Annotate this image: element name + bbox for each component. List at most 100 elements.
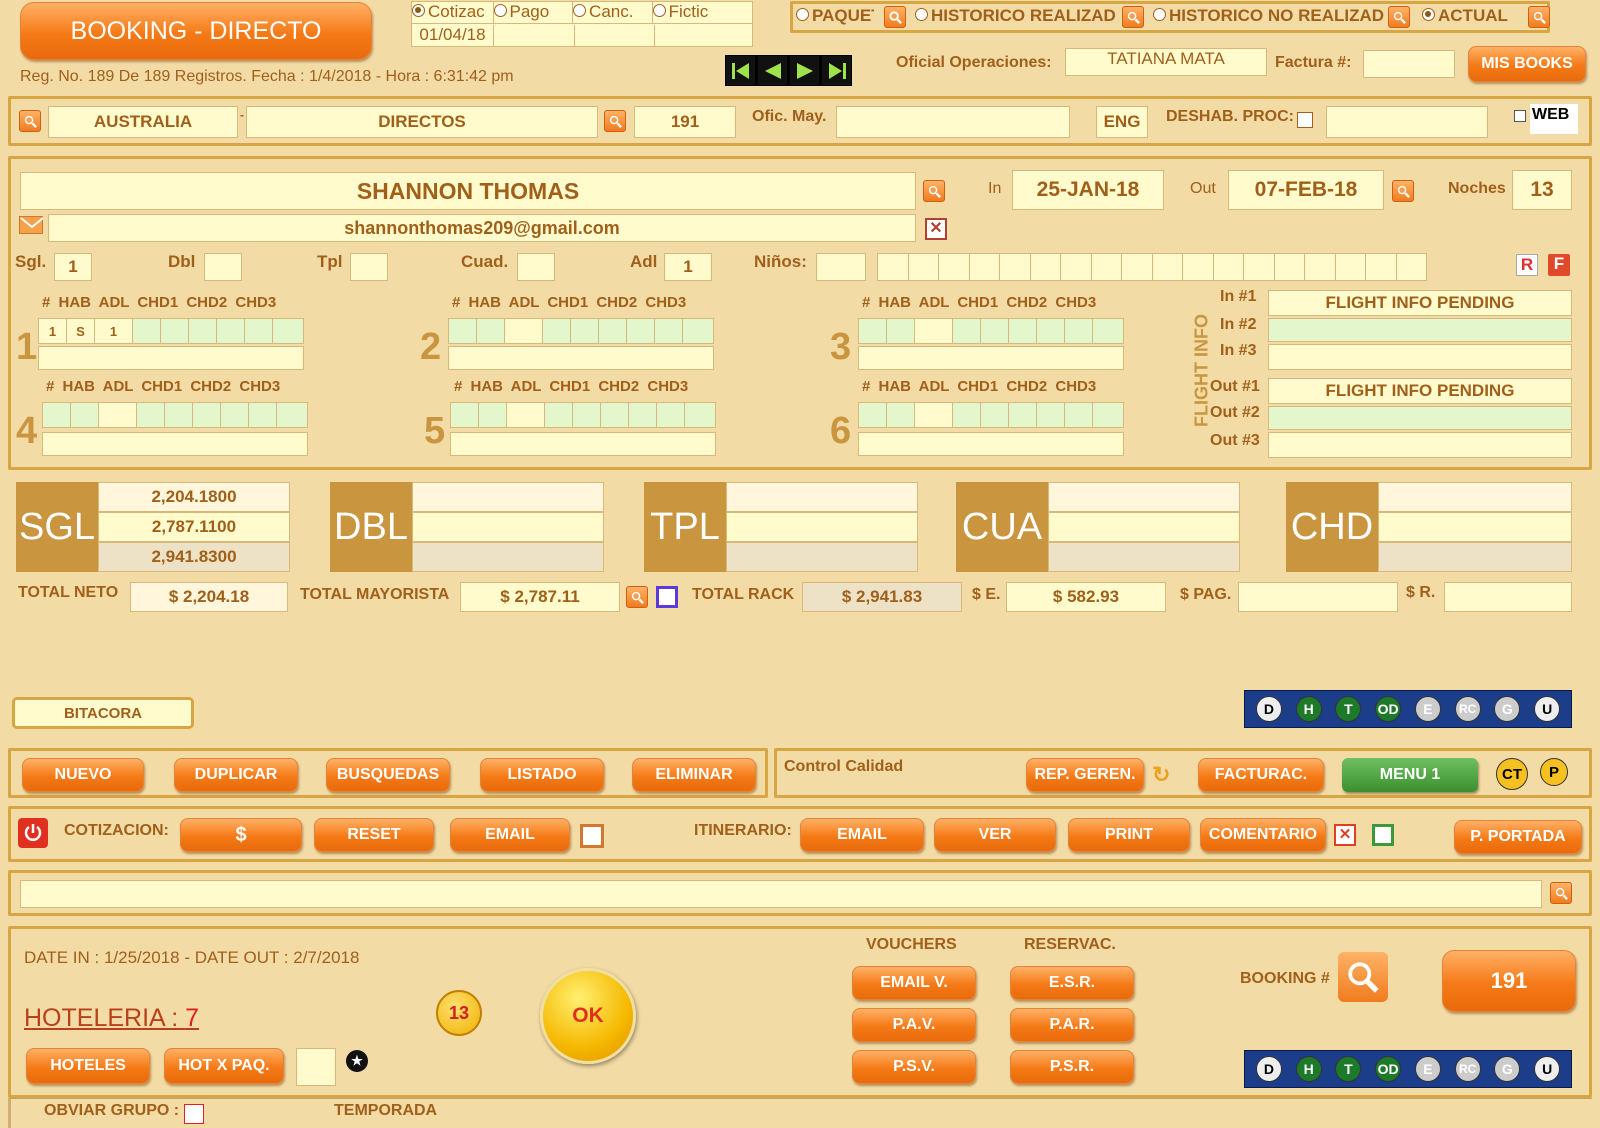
deshab-proc-checkbox[interactable] xyxy=(1297,112,1313,128)
status-e-icon[interactable]: E xyxy=(1414,696,1441,722)
nuevo-button[interactable]: NUEVO xyxy=(22,758,144,792)
status-d-icon[interactable]: D xyxy=(1255,696,1282,722)
clear-email-icon[interactable]: ✕ xyxy=(925,218,947,240)
room5-notes[interactable] xyxy=(450,432,716,456)
room1-grid[interactable]: 1S1 xyxy=(38,318,304,344)
search-icon[interactable] xyxy=(1550,882,1572,904)
search-icon[interactable] xyxy=(1388,6,1410,28)
email-cotizacion-button[interactable]: EMAIL xyxy=(450,818,570,852)
radio-fictic[interactable]: Fictic xyxy=(652,2,752,23)
email-cotizacion-checkbox[interactable] xyxy=(580,824,604,848)
country-field[interactable]: AUSTRALIA xyxy=(48,106,238,138)
ninos-count-field[interactable] xyxy=(816,253,866,281)
status-g-icon[interactable]: G xyxy=(1494,696,1521,722)
bitacora-button[interactable]: BITACORA xyxy=(12,697,194,729)
room1-notes[interactable] xyxy=(38,346,304,370)
p-portada-button[interactable]: P. PORTADA xyxy=(1454,820,1582,854)
envelope-icon[interactable] xyxy=(19,216,44,234)
radio-cotizac[interactable]: Cotizac xyxy=(412,2,494,23)
r-field[interactable] xyxy=(1444,582,1572,612)
r-button[interactable]: R xyxy=(1516,254,1538,276)
adl-count-field[interactable]: 1 xyxy=(664,253,712,281)
hot-x-paq-field[interactable] xyxy=(296,1048,336,1086)
reset-button[interactable]: RESET xyxy=(314,818,434,852)
status-u-icon[interactable]: U xyxy=(1534,696,1561,722)
out2-field[interactable] xyxy=(1268,406,1572,430)
duplicar-button[interactable]: DUPLICAR xyxy=(174,758,298,792)
eliminar-button[interactable]: ELIMINAR xyxy=(632,758,756,792)
ofic-may-field[interactable] xyxy=(836,106,1070,138)
dbl-count-field[interactable] xyxy=(204,253,242,281)
psv-button[interactable]: P.S.V. xyxy=(852,1050,976,1084)
search-icon[interactable] xyxy=(19,110,41,132)
ok-button[interactable]: OK xyxy=(540,968,636,1064)
hoteleria-count[interactable]: 7 xyxy=(185,1004,199,1032)
factura-field[interactable] xyxy=(1363,50,1455,78)
status-d-icon[interactable]: D xyxy=(1255,1056,1282,1082)
hoteleria-label[interactable]: HOTELERIA : 7 xyxy=(24,1004,199,1033)
search-icon[interactable] xyxy=(884,6,906,28)
facturac-button[interactable]: FACTURAC. xyxy=(1198,758,1324,792)
search-input[interactable] xyxy=(20,880,1542,908)
ver-button[interactable]: VER xyxy=(934,818,1056,852)
check-in-field[interactable]: 25-JAN-18 xyxy=(1012,170,1164,210)
total-checkbox[interactable] xyxy=(656,586,678,608)
status-rc-icon[interactable]: RC xyxy=(1454,1056,1481,1082)
ct-button[interactable]: CT xyxy=(1496,758,1528,790)
room6-grid[interactable] xyxy=(858,402,1124,428)
search-icon[interactable] xyxy=(1122,6,1144,28)
hot-x-paq-button[interactable]: HOT X PAQ. xyxy=(164,1048,284,1084)
status-h-icon[interactable]: H xyxy=(1295,696,1322,722)
par-button[interactable]: P.A.R. xyxy=(1010,1008,1134,1042)
booking-number-button[interactable]: 191 xyxy=(1442,950,1576,1012)
p-button[interactable]: P xyxy=(1540,758,1568,786)
clear-comment-icon[interactable]: ✕ xyxy=(1334,824,1356,846)
guest-name-field[interactable]: SHANNON THOMAS xyxy=(20,172,916,210)
room3-grid[interactable] xyxy=(858,318,1124,344)
power-icon[interactable] xyxy=(18,818,48,848)
out3-field[interactable] xyxy=(1268,432,1572,458)
radio-pago[interactable]: Pago xyxy=(493,2,574,23)
pag-field[interactable] xyxy=(1238,582,1398,612)
status-od-icon[interactable]: OD xyxy=(1375,1056,1402,1082)
filter-paquet[interactable]: PAQUET xyxy=(796,6,874,26)
f-button[interactable]: F xyxy=(1548,254,1570,276)
rep-geren-button[interactable]: REP. GEREN. xyxy=(1026,758,1144,792)
esr-button[interactable]: E.S.R. xyxy=(1010,966,1134,1000)
psr-button[interactable]: P.S.R. xyxy=(1010,1050,1134,1084)
room3-notes[interactable] xyxy=(858,346,1124,370)
search-icon[interactable] xyxy=(1392,180,1414,202)
room6-notes[interactable] xyxy=(858,432,1124,456)
search-icon[interactable] xyxy=(1528,6,1550,28)
email-v-button[interactable]: EMAIL V. xyxy=(852,966,976,1000)
hoteles-button[interactable]: HOTELES xyxy=(26,1048,150,1084)
filter-actual[interactable]: ACTUAL xyxy=(1422,6,1508,26)
status-rc-icon[interactable]: RC xyxy=(1454,696,1481,722)
busquedas-button[interactable]: BUSQUEDAS xyxy=(326,758,450,792)
oficial-field[interactable]: TATIANA MATA xyxy=(1065,48,1267,76)
in1-field[interactable]: FLIGHT INFO PENDING xyxy=(1268,290,1572,316)
booking-search-icon[interactable] xyxy=(1338,952,1388,1002)
noches-field[interactable]: 13 xyxy=(1512,170,1572,210)
listado-button[interactable]: LISTADO xyxy=(480,758,604,792)
room5-grid[interactable] xyxy=(450,402,716,428)
email-field[interactable]: shannonthomas209@gmail.com xyxy=(48,214,916,242)
language-field[interactable]: ENG xyxy=(1096,106,1148,138)
room2-grid[interactable] xyxy=(448,318,714,344)
last-record-icon[interactable] xyxy=(822,56,851,85)
print-button[interactable]: PRINT xyxy=(1068,818,1190,852)
comentario-checkbox[interactable] xyxy=(1372,824,1394,846)
channel-field[interactable]: DIRECTOS xyxy=(246,106,598,138)
sgl-count-field[interactable]: 1 xyxy=(54,253,92,281)
search-icon[interactable] xyxy=(923,180,945,202)
agency-code-field[interactable]: 191 xyxy=(634,106,736,138)
refresh-icon[interactable]: ↻ xyxy=(1152,762,1170,788)
room4-grid[interactable] xyxy=(42,402,308,428)
search-icon[interactable] xyxy=(626,586,648,608)
out1-field[interactable]: FLIGHT INFO PENDING xyxy=(1268,378,1572,404)
status-h-icon[interactable]: H xyxy=(1295,1056,1322,1082)
room4-notes[interactable] xyxy=(42,432,308,456)
in2-field[interactable] xyxy=(1268,318,1572,342)
ninos-ages-grid[interactable] xyxy=(877,253,1427,281)
star-icon[interactable]: ★ xyxy=(346,1050,368,1072)
